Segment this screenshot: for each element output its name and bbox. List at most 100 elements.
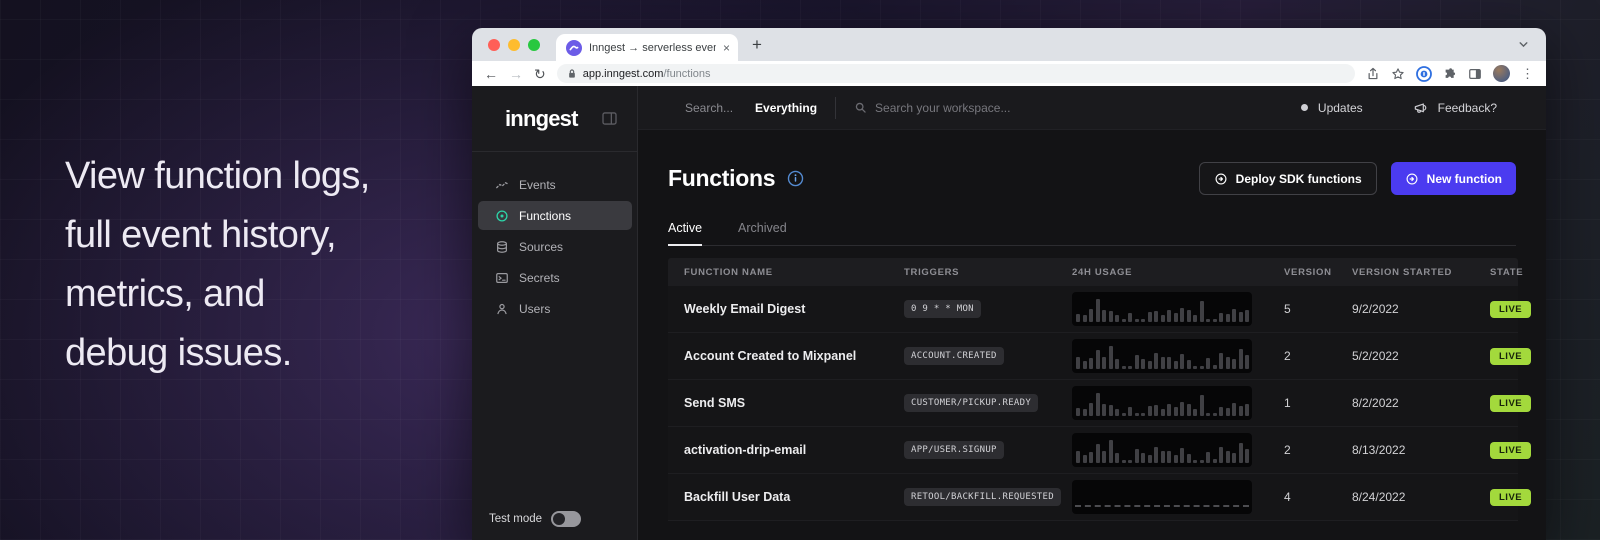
usage-sparkline bbox=[1072, 480, 1252, 514]
new-function-button[interactable]: New function bbox=[1391, 162, 1516, 195]
table-row[interactable]: Send SMS CUSTOMER/PICKUP.READY 1 8/2/202… bbox=[668, 380, 1518, 427]
usage-sparkline bbox=[1072, 386, 1252, 420]
terminal-icon bbox=[495, 271, 509, 285]
search-scope[interactable]: Everything bbox=[755, 101, 817, 115]
share-icon[interactable] bbox=[1366, 67, 1380, 81]
sidebar-item-functions[interactable]: Functions bbox=[478, 201, 632, 230]
search-label[interactable]: Search... bbox=[685, 101, 733, 115]
inngest-favicon-icon bbox=[566, 40, 582, 56]
table-row[interactable]: Account Created to Mixpanel ACCOUNT.CREA… bbox=[668, 333, 1518, 380]
megaphone-icon bbox=[1413, 100, 1428, 115]
test-mode-label: Test mode bbox=[489, 513, 542, 525]
sidebar-nav: Events Functions Sources bbox=[472, 152, 637, 325]
version-started: 9/2/2022 bbox=[1352, 302, 1490, 316]
database-icon bbox=[495, 240, 509, 254]
sidebar-item-label: Secrets bbox=[519, 271, 560, 285]
tab-close-icon[interactable]: × bbox=[723, 41, 730, 55]
version: 1 bbox=[1284, 396, 1352, 410]
profile-avatar[interactable] bbox=[1493, 65, 1510, 82]
password-extension-icon[interactable] bbox=[1416, 66, 1432, 82]
feedback-link[interactable]: Feedback? bbox=[1438, 101, 1497, 115]
trigger-badge: ACCOUNT.CREATED bbox=[904, 347, 1004, 365]
close-window-button[interactable] bbox=[488, 39, 500, 51]
browser-window: Inngest → serverless event-dri × + ← → ↻… bbox=[472, 28, 1546, 540]
events-icon bbox=[495, 178, 509, 192]
status-badge: LIVE bbox=[1490, 395, 1531, 412]
test-mode-row: Test mode bbox=[472, 511, 637, 540]
zoom-window-button[interactable] bbox=[528, 39, 540, 51]
lock-icon bbox=[567, 68, 577, 79]
deploy-icon bbox=[1214, 172, 1228, 186]
sidebar-item-users[interactable]: Users bbox=[478, 294, 632, 323]
functions-page: Functions Deploy SDK functions bbox=[638, 130, 1546, 540]
functions-table: FUNCTION NAME TRIGGERS 24H USAGE VERSION… bbox=[668, 258, 1518, 521]
workspace-search-input[interactable] bbox=[875, 101, 1095, 115]
tab-archived[interactable]: Archived bbox=[738, 221, 787, 245]
status-badge: LIVE bbox=[1490, 489, 1531, 506]
collapse-sidebar-icon[interactable] bbox=[602, 112, 617, 125]
inngest-app: inngest Events Functions bbox=[472, 86, 1546, 540]
url-path: /functions bbox=[663, 68, 710, 80]
hero-line: View function logs, bbox=[65, 147, 370, 206]
browser-toolbar: ← → ↻ app.inngest.com/functions ⋮ bbox=[472, 61, 1546, 86]
sidebar-item-label: Functions bbox=[519, 209, 571, 223]
version: 2 bbox=[1284, 443, 1352, 457]
hero-line: full event history, bbox=[65, 206, 370, 265]
inngest-logo[interactable]: inngest bbox=[505, 106, 578, 132]
trigger-badge: 0 9 * * MON bbox=[904, 300, 981, 318]
reload-icon[interactable]: ↻ bbox=[534, 67, 546, 81]
usage-sparkline bbox=[1072, 339, 1252, 373]
user-icon bbox=[495, 302, 509, 316]
page-title: Functions bbox=[668, 165, 775, 192]
hero-text: View function logs, full event history, … bbox=[65, 147, 370, 383]
function-name: Account Created to Mixpanel bbox=[684, 349, 904, 363]
sidebar-item-label: Users bbox=[519, 302, 550, 316]
search-icon bbox=[854, 101, 867, 114]
back-icon[interactable]: ← bbox=[484, 67, 498, 81]
trigger-badge: RETOOL/BACKFILL.REQUESTED bbox=[904, 488, 1061, 506]
new-function-icon bbox=[1405, 172, 1419, 186]
sidebar-item-events[interactable]: Events bbox=[478, 170, 632, 199]
sidebar-header: inngest bbox=[472, 86, 637, 152]
sidebar-item-secrets[interactable]: Secrets bbox=[478, 263, 632, 292]
sidebar-item-sources[interactable]: Sources bbox=[478, 232, 632, 261]
trigger-badge: APP/USER.SIGNUP bbox=[904, 441, 1004, 459]
window-controls bbox=[488, 39, 540, 51]
tab-active[interactable]: Active bbox=[668, 221, 702, 246]
version: 5 bbox=[1284, 302, 1352, 316]
hero-line: debug issues. bbox=[65, 324, 370, 383]
updates-dot-icon bbox=[1301, 104, 1308, 111]
forward-icon[interactable]: → bbox=[509, 67, 523, 81]
chevron-down-icon[interactable] bbox=[1517, 38, 1530, 51]
browser-menu-icon[interactable]: ⋮ bbox=[1521, 66, 1534, 82]
function-name: activation-drip-email bbox=[684, 443, 904, 457]
browser-tab[interactable]: Inngest → serverless event-dri × bbox=[556, 34, 738, 61]
table-row[interactable]: Weekly Email Digest 0 9 * * MON 5 9/2/20… bbox=[668, 286, 1518, 333]
updates-link[interactable]: Updates bbox=[1318, 101, 1363, 115]
new-tab-button[interactable]: + bbox=[752, 35, 762, 55]
sidebar-item-label: Events bbox=[519, 178, 556, 192]
workspace-topbar: Search... Everything Updates Feedback? bbox=[638, 86, 1546, 130]
version-started: 8/2/2022 bbox=[1352, 396, 1490, 410]
minimize-window-button[interactable] bbox=[508, 39, 520, 51]
test-mode-toggle[interactable] bbox=[551, 511, 581, 527]
hero-line: metrics, and bbox=[65, 265, 370, 324]
version-started: 8/13/2022 bbox=[1352, 443, 1490, 457]
url-host: app.inngest.com bbox=[583, 68, 664, 80]
function-name: Send SMS bbox=[684, 396, 904, 410]
trigger-badge: CUSTOMER/PICKUP.READY bbox=[904, 394, 1038, 412]
side-panel-icon[interactable] bbox=[1468, 67, 1482, 81]
function-name: Backfill User Data bbox=[684, 490, 904, 504]
address-bar[interactable]: app.inngest.com/functions bbox=[557, 64, 1355, 83]
version-started: 5/2/2022 bbox=[1352, 349, 1490, 363]
tab-title: Inngest → serverless event-dri bbox=[589, 42, 716, 54]
browser-tab-strip: Inngest → serverless event-dri × + bbox=[472, 28, 1546, 61]
bookmark-star-icon[interactable] bbox=[1391, 67, 1405, 81]
extensions-puzzle-icon[interactable] bbox=[1443, 67, 1457, 81]
table-row[interactable]: Backfill User Data RETOOL/BACKFILL.REQUE… bbox=[668, 474, 1518, 521]
deploy-sdk-functions-button[interactable]: Deploy SDK functions bbox=[1199, 162, 1377, 195]
function-name: Weekly Email Digest bbox=[684, 302, 904, 316]
table-row[interactable]: activation-drip-email APP/USER.SIGNUP 2 … bbox=[668, 427, 1518, 474]
divider bbox=[835, 97, 836, 119]
info-icon[interactable] bbox=[787, 170, 804, 187]
